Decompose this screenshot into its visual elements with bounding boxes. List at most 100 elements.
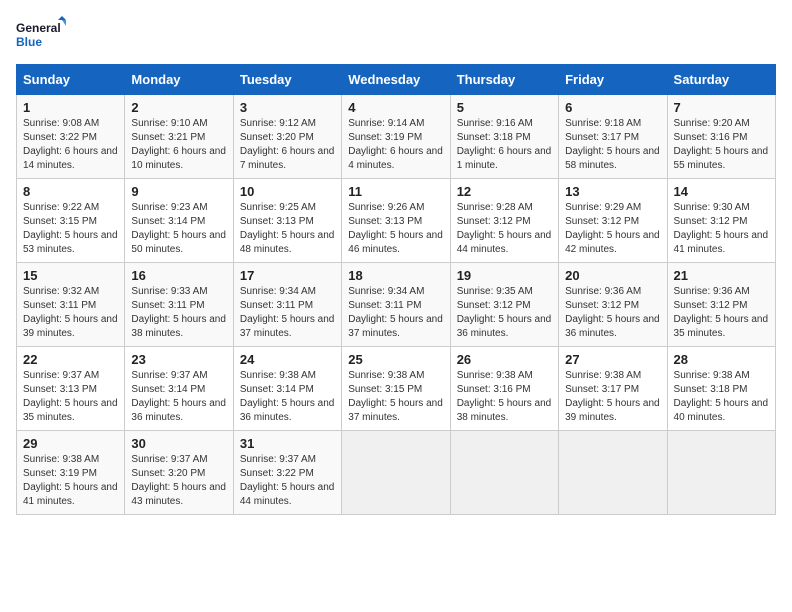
calendar-cell: 16 Sunrise: 9:33 AMSunset: 3:11 PMDayligh… xyxy=(125,263,233,347)
day-number: 2 xyxy=(131,100,226,115)
day-number: 12 xyxy=(457,184,552,199)
cell-info: Sunrise: 9:14 AMSunset: 3:19 PMDaylight:… xyxy=(348,118,443,171)
cell-info: Sunrise: 9:37 AMSunset: 3:14 PMDaylight:… xyxy=(131,370,226,423)
svg-text:General: General xyxy=(16,21,61,35)
calendar-cell: 24 Sunrise: 9:38 AMSunset: 3:14 PMDayligh… xyxy=(233,347,341,431)
cell-info: Sunrise: 9:38 AMSunset: 3:17 PMDaylight:… xyxy=(565,370,660,423)
calendar-week-1: 1Sunrise: 9:08 AMSunset: 3:22 PMDaylight… xyxy=(17,95,776,179)
calendar-cell: 2 Sunrise: 9:10 AMSunset: 3:21 PMDaylight… xyxy=(125,95,233,179)
day-number: 11 xyxy=(348,184,443,199)
day-number: 30 xyxy=(131,436,226,451)
cell-info: Sunrise: 9:38 AMSunset: 3:19 PMDaylight:… xyxy=(23,454,118,507)
col-header-saturday: Saturday xyxy=(667,65,775,95)
cell-info: Sunrise: 9:38 AMSunset: 3:14 PMDaylight:… xyxy=(240,370,335,423)
calendar-cell: 18Sunrise: 9:34 AMSunset: 3:11 PMDayligh… xyxy=(342,263,450,347)
cell-info: Sunrise: 9:34 AMSunset: 3:11 PMDaylight:… xyxy=(240,286,335,339)
day-number: 18 xyxy=(348,268,443,283)
cell-info: Sunrise: 9:16 AMSunset: 3:18 PMDaylight:… xyxy=(457,118,552,171)
calendar-cell: 19 Sunrise: 9:35 AMSunset: 3:12 PMDayligh… xyxy=(450,263,558,347)
day-number: 16 xyxy=(131,268,226,283)
calendar-cell: 26 Sunrise: 9:38 AMSunset: 3:16 PMDayligh… xyxy=(450,347,558,431)
cell-info: Sunrise: 9:32 AMSunset: 3:11 PMDaylight:… xyxy=(23,286,118,339)
col-header-friday: Friday xyxy=(559,65,667,95)
day-number: 28 xyxy=(674,352,769,367)
calendar-cell: 30 Sunrise: 9:37 AMSunset: 3:20 PMDayligh… xyxy=(125,431,233,515)
cell-info: Sunrise: 9:38 AMSunset: 3:18 PMDaylight:… xyxy=(674,370,769,423)
calendar-week-2: 8Sunrise: 9:22 AMSunset: 3:15 PMDaylight… xyxy=(17,179,776,263)
day-number: 27 xyxy=(565,352,660,367)
calendar-cell: 14Sunrise: 9:30 AMSunset: 3:12 PMDayligh… xyxy=(667,179,775,263)
calendar-cell: 9Sunrise: 9:23 AMSunset: 3:14 PMDaylight… xyxy=(125,179,233,263)
col-header-tuesday: Tuesday xyxy=(233,65,341,95)
cell-info: Sunrise: 9:10 AMSunset: 3:21 PMDaylight:… xyxy=(131,118,226,171)
cell-info: Sunrise: 9:36 AMSunset: 3:12 PMDaylight:… xyxy=(674,286,769,339)
calendar-cell: 12 Sunrise: 9:28 AMSunset: 3:12 PMDayligh… xyxy=(450,179,558,263)
day-number: 23 xyxy=(131,352,226,367)
calendar-cell xyxy=(559,431,667,515)
cell-info: Sunrise: 9:37 AMSunset: 3:22 PMDaylight:… xyxy=(240,454,335,507)
day-number: 5 xyxy=(457,100,552,115)
calendar-cell: 13Sunrise: 9:29 AMSunset: 3:12 PMDayligh… xyxy=(559,179,667,263)
col-header-wednesday: Wednesday xyxy=(342,65,450,95)
calendar-cell: 31 Sunrise: 9:37 AMSunset: 3:22 PMDayligh… xyxy=(233,431,341,515)
calendar-header: SundayMondayTuesdayWednesdayThursdayFrid… xyxy=(17,65,776,95)
calendar-cell: 29Sunrise: 9:38 AMSunset: 3:19 PMDayligh… xyxy=(17,431,125,515)
col-header-sunday: Sunday xyxy=(17,65,125,95)
logo: General Blue xyxy=(16,16,66,54)
day-number: 19 xyxy=(457,268,552,283)
day-number: 7 xyxy=(674,100,769,115)
calendar-cell: 25 Sunrise: 9:38 AMSunset: 3:15 PMDayligh… xyxy=(342,347,450,431)
cell-info: Sunrise: 9:23 AMSunset: 3:14 PMDaylight:… xyxy=(131,202,226,255)
calendar-cell: 5 Sunrise: 9:16 AMSunset: 3:18 PMDaylight… xyxy=(450,95,558,179)
cell-info: Sunrise: 9:36 AMSunset: 3:12 PMDaylight:… xyxy=(565,286,660,339)
cell-info: Sunrise: 9:26 AMSunset: 3:13 PMDaylight:… xyxy=(348,202,443,255)
calendar-table: SundayMondayTuesdayWednesdayThursdayFrid… xyxy=(16,64,776,515)
calendar-cell: 7 Sunrise: 9:20 AMSunset: 3:16 PMDaylight… xyxy=(667,95,775,179)
calendar-cell: 10Sunrise: 9:25 AMSunset: 3:13 PMDayligh… xyxy=(233,179,341,263)
calendar-cell: 21 Sunrise: 9:36 AMSunset: 3:12 PMDayligh… xyxy=(667,263,775,347)
cell-info: Sunrise: 9:20 AMSunset: 3:16 PMDaylight:… xyxy=(674,118,769,171)
day-number: 4 xyxy=(348,100,443,115)
calendar-cell xyxy=(667,431,775,515)
calendar-cell: 28 Sunrise: 9:38 AMSunset: 3:18 PMDayligh… xyxy=(667,347,775,431)
col-header-monday: Monday xyxy=(125,65,233,95)
day-number: 22 xyxy=(23,352,118,367)
cell-info: Sunrise: 9:12 AMSunset: 3:20 PMDaylight:… xyxy=(240,118,335,171)
day-number: 21 xyxy=(674,268,769,283)
day-number: 1 xyxy=(23,100,118,115)
day-number: 3 xyxy=(240,100,335,115)
cell-info: Sunrise: 9:38 AMSunset: 3:16 PMDaylight:… xyxy=(457,370,552,423)
day-number: 26 xyxy=(457,352,552,367)
day-number: 6 xyxy=(565,100,660,115)
day-number: 24 xyxy=(240,352,335,367)
calendar-cell xyxy=(342,431,450,515)
calendar-cell: 3 Sunrise: 9:12 AMSunset: 3:20 PMDaylight… xyxy=(233,95,341,179)
calendar-cell xyxy=(450,431,558,515)
day-number: 15 xyxy=(23,268,118,283)
cell-info: Sunrise: 9:37 AMSunset: 3:20 PMDaylight:… xyxy=(131,454,226,507)
day-number: 10 xyxy=(240,184,335,199)
calendar-cell: 20 Sunrise: 9:36 AMSunset: 3:12 PMDayligh… xyxy=(559,263,667,347)
calendar-cell: 15 Sunrise: 9:32 AMSunset: 3:11 PMDayligh… xyxy=(17,263,125,347)
cell-info: Sunrise: 9:30 AMSunset: 3:12 PMDaylight:… xyxy=(674,202,769,255)
calendar-cell: 22Sunrise: 9:37 AMSunset: 3:13 PMDayligh… xyxy=(17,347,125,431)
calendar-cell: 11 Sunrise: 9:26 AMSunset: 3:13 PMDayligh… xyxy=(342,179,450,263)
day-number: 20 xyxy=(565,268,660,283)
calendar-cell: 17Sunrise: 9:34 AMSunset: 3:11 PMDayligh… xyxy=(233,263,341,347)
calendar-cell: 6Sunrise: 9:18 AMSunset: 3:17 PMDaylight… xyxy=(559,95,667,179)
cell-info: Sunrise: 9:38 AMSunset: 3:15 PMDaylight:… xyxy=(348,370,443,423)
svg-text:Blue: Blue xyxy=(16,35,42,49)
page-header: General Blue xyxy=(16,16,776,54)
col-header-thursday: Thursday xyxy=(450,65,558,95)
calendar-cell: 23 Sunrise: 9:37 AMSunset: 3:14 PMDayligh… xyxy=(125,347,233,431)
calendar-cell: 27 Sunrise: 9:38 AMSunset: 3:17 PMDayligh… xyxy=(559,347,667,431)
calendar-week-4: 22Sunrise: 9:37 AMSunset: 3:13 PMDayligh… xyxy=(17,347,776,431)
cell-info: Sunrise: 9:35 AMSunset: 3:12 PMDaylight:… xyxy=(457,286,552,339)
cell-info: Sunrise: 9:28 AMSunset: 3:12 PMDaylight:… xyxy=(457,202,552,255)
calendar-week-5: 29Sunrise: 9:38 AMSunset: 3:19 PMDayligh… xyxy=(17,431,776,515)
calendar-cell: 8Sunrise: 9:22 AMSunset: 3:15 PMDaylight… xyxy=(17,179,125,263)
day-number: 25 xyxy=(348,352,443,367)
day-number: 8 xyxy=(23,184,118,199)
day-number: 31 xyxy=(240,436,335,451)
cell-info: Sunrise: 9:33 AMSunset: 3:11 PMDaylight:… xyxy=(131,286,226,339)
